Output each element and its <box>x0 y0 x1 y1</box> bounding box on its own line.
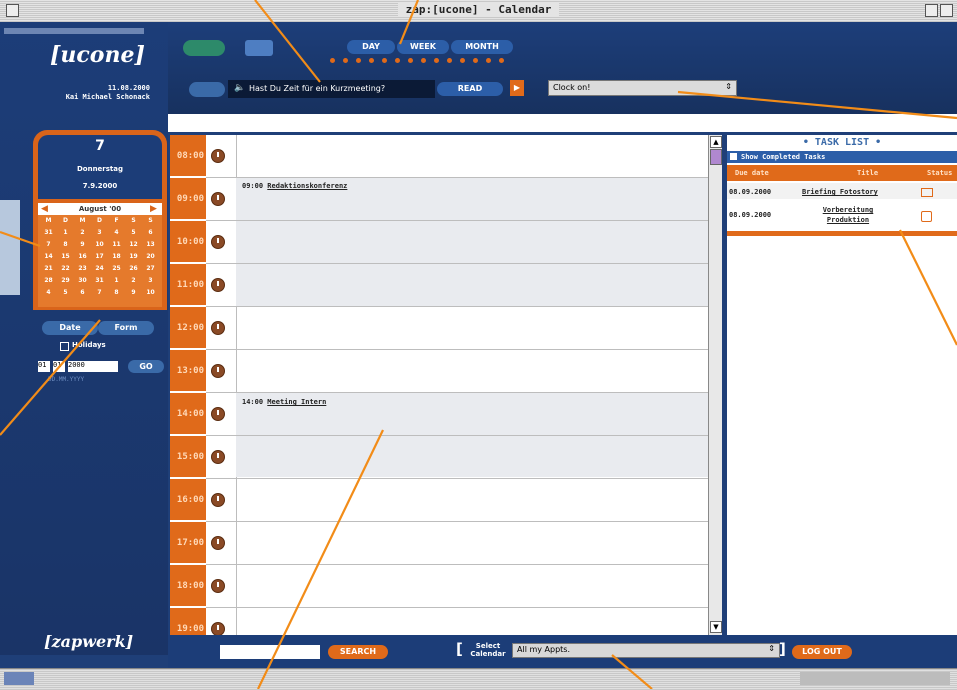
callout-lines <box>0 0 957 689</box>
